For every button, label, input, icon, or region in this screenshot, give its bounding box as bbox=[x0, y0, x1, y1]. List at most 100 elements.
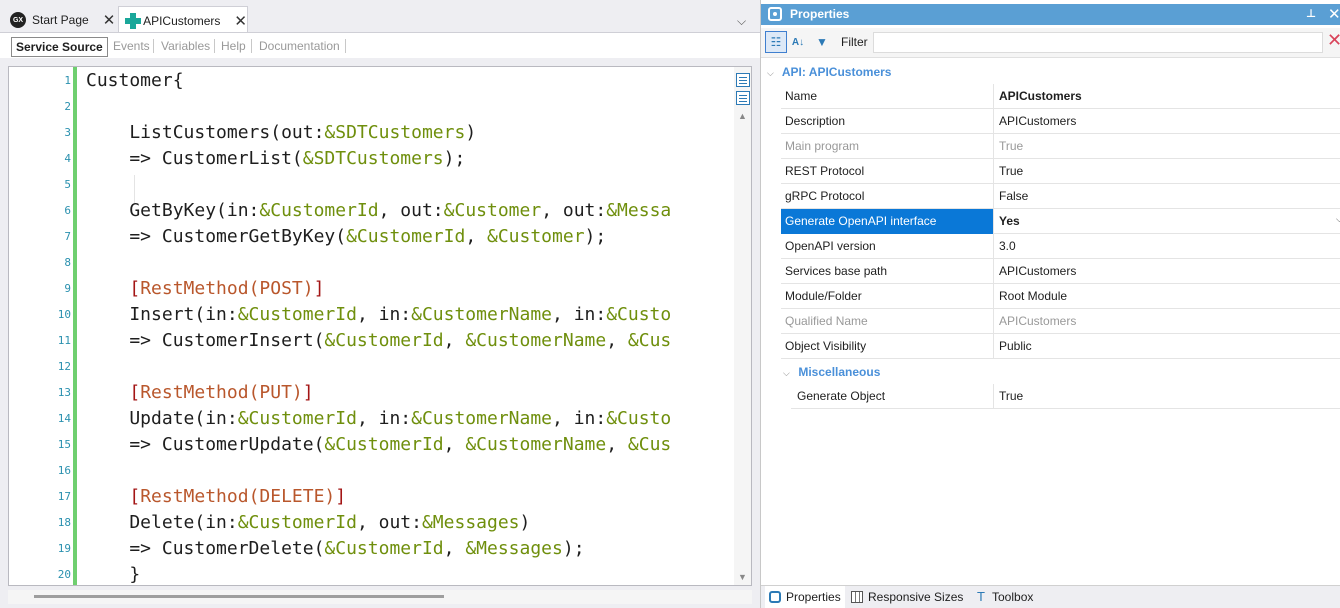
code-line[interactable]: Insert(in:&CustomerId, in:&CustomerName,… bbox=[86, 302, 671, 328]
tab-variables[interactable]: Variables bbox=[157, 37, 214, 57]
tab-apicustomers[interactable]: APICustomers ✕ bbox=[118, 6, 248, 34]
dropdown-arrow-icon[interactable]: ⌵ bbox=[1336, 214, 1340, 225]
code-line[interactable]: Customer{ bbox=[86, 68, 184, 94]
property-value[interactable]: APICustomers bbox=[999, 114, 1076, 128]
property-row[interactable]: gRPC Protocol False bbox=[781, 184, 1340, 209]
code-line[interactable]: [RestMethod(PUT)] bbox=[86, 380, 313, 406]
property-row[interactable]: Module/Folder Root Module bbox=[781, 284, 1340, 309]
divider bbox=[993, 84, 994, 109]
property-value[interactable]: APICustomers bbox=[999, 314, 1076, 328]
property-row[interactable]: Generate OpenAPI interface Yes ⌵ bbox=[781, 209, 1340, 234]
property-row[interactable]: Name APICustomers bbox=[781, 84, 1340, 109]
code-line[interactable]: ListCustomers(out:&SDTCustomers) bbox=[86, 120, 476, 146]
chevron-down-icon[interactable]: ⌵ bbox=[767, 62, 779, 84]
horizontal-scrollbar[interactable] bbox=[8, 590, 752, 604]
property-name: Generate Object bbox=[797, 389, 886, 403]
property-row[interactable]: Main program True bbox=[781, 134, 1340, 159]
categorized-view-button[interactable]: ☷ bbox=[765, 31, 787, 53]
split-view-icon[interactable] bbox=[736, 91, 750, 105]
property-row[interactable]: Generate Object True bbox=[791, 384, 1340, 409]
outline-icon[interactable] bbox=[736, 73, 750, 87]
property-name: Object Visibility bbox=[785, 339, 867, 353]
line-number: 6 bbox=[64, 204, 71, 217]
property-value[interactable]: APICustomers bbox=[999, 264, 1076, 278]
property-value[interactable]: False bbox=[999, 189, 1028, 203]
property-row[interactable]: REST Protocol True bbox=[781, 159, 1340, 184]
line-number: 20 bbox=[57, 568, 71, 581]
property-row[interactable]: OpenAPI version 3.0 bbox=[781, 234, 1340, 259]
chevron-down-icon[interactable]: ⌵ bbox=[737, 14, 746, 29]
code-line[interactable]: => CustomerGetByKey(&CustomerId, &Custom… bbox=[86, 224, 606, 250]
code-token: ListCustomers(out: bbox=[86, 122, 325, 143]
line-number: 11 bbox=[57, 334, 71, 347]
pin-icon[interactable]: ⊥ bbox=[1306, 7, 1316, 20]
tab-label: Responsive Sizes bbox=[868, 590, 964, 604]
variable-token: &CustomerName bbox=[465, 330, 607, 351]
property-value[interactable]: Public bbox=[999, 339, 1032, 353]
tab-help[interactable]: Help bbox=[217, 37, 250, 57]
property-name: Description bbox=[785, 114, 846, 128]
vertical-scrollbar[interactable]: ▲ ▼ bbox=[734, 67, 751, 585]
scroll-up-icon[interactable]: ▲ bbox=[738, 111, 747, 121]
property-row[interactable]: Object Visibility Public bbox=[781, 334, 1340, 359]
variable-token: &CustomerId bbox=[237, 304, 357, 325]
divider bbox=[993, 284, 994, 309]
tab-responsive-sizes[interactable]: Responsive Sizes bbox=[847, 586, 967, 608]
code-token: , bbox=[606, 434, 628, 455]
line-number: 8 bbox=[64, 256, 71, 269]
property-row[interactable]: Qualified Name APICustomers bbox=[781, 309, 1340, 334]
tab-documentation[interactable]: Documentation bbox=[255, 37, 344, 57]
property-value[interactable]: Root Module bbox=[999, 289, 1067, 303]
category-miscellaneous[interactable]: ⌵ Miscellaneous bbox=[783, 361, 880, 383]
code-line[interactable]: GetByKey(in:&CustomerId, out:&Customer, … bbox=[86, 198, 671, 224]
category-api[interactable]: ⌵ API: APICustomers bbox=[767, 61, 891, 83]
property-row[interactable]: Services base path APICustomers bbox=[781, 259, 1340, 284]
property-value[interactable]: APICustomers bbox=[999, 89, 1082, 103]
close-icon[interactable]: ✕ bbox=[1328, 5, 1340, 23]
variable-token: &SDTCustomers bbox=[324, 122, 466, 143]
code-line[interactable]: Update(in:&CustomerId, in:&CustomerName,… bbox=[86, 406, 671, 432]
code-line[interactable]: Delete(in:&CustomerId, out:&Messages) bbox=[86, 510, 530, 536]
line-number: 2 bbox=[64, 100, 71, 113]
code-editor[interactable]: 1 2 3 4 5 6 7 8 9 10 11 12 13 14 15 16 17 18 19 20 Customer… bbox=[8, 66, 752, 586]
tab-toolbox[interactable]: T Toolbox bbox=[973, 586, 1037, 608]
filter-input[interactable] bbox=[873, 32, 1323, 53]
code-line[interactable]: => CustomerUpdate(&CustomerId, &Customer… bbox=[86, 432, 671, 458]
filter-funnel-icon[interactable]: ▼ bbox=[811, 31, 833, 53]
code-line[interactable]: => CustomerDelete(&CustomerId, &Messages… bbox=[86, 536, 584, 562]
clear-filter-icon[interactable]: ✕ bbox=[1327, 30, 1340, 51]
property-row[interactable]: Description APICustomers bbox=[781, 109, 1340, 134]
divider bbox=[993, 334, 994, 359]
code-line[interactable]: => CustomerList(&SDTCustomers); bbox=[86, 146, 465, 172]
tab-start-page[interactable]: GX Start Page ✕ bbox=[10, 6, 118, 34]
property-value[interactable]: True bbox=[999, 164, 1023, 178]
code-line[interactable]: => CustomerInsert(&CustomerId, &Customer… bbox=[86, 328, 671, 354]
code-line[interactable]: [RestMethod(POST)] bbox=[86, 276, 324, 302]
property-value[interactable]: True bbox=[999, 389, 1023, 403]
close-icon[interactable]: ✕ bbox=[103, 11, 116, 29]
variable-token: &CustomerId bbox=[259, 200, 379, 221]
api-object-icon bbox=[125, 12, 141, 29]
property-value[interactable]: True bbox=[999, 139, 1023, 153]
tab-events[interactable]: Events bbox=[109, 37, 154, 57]
filter-label: Filter bbox=[841, 35, 868, 49]
scroll-down-icon[interactable]: ▼ bbox=[738, 572, 747, 582]
variable-token: &SDTCustomers bbox=[302, 148, 444, 169]
scrollbar-thumb[interactable] bbox=[34, 595, 444, 598]
tab-properties[interactable]: Properties bbox=[765, 586, 845, 608]
sort-alphabetical-button[interactable]: A↓ bbox=[787, 31, 809, 53]
variable-token: &Cus bbox=[627, 330, 672, 351]
code-line[interactable]: } bbox=[86, 562, 140, 588]
code-line[interactable]: [RestMethod(DELETE)] bbox=[86, 484, 346, 510]
change-marker-bar bbox=[73, 67, 77, 585]
chevron-down-icon[interactable]: ⌵ bbox=[783, 362, 795, 384]
property-value[interactable]: Yes bbox=[999, 214, 1020, 228]
divider bbox=[993, 184, 994, 209]
close-icon[interactable]: ✕ bbox=[234, 12, 247, 30]
property-value[interactable]: 3.0 bbox=[999, 239, 1016, 253]
tab-service-source[interactable]: Service Source bbox=[11, 37, 108, 57]
property-name: REST Protocol bbox=[785, 164, 865, 178]
properties-toolbar: ☷ A↓ ▼ Filter ✕ bbox=[761, 28, 1340, 58]
line-number: 13 bbox=[57, 386, 71, 399]
